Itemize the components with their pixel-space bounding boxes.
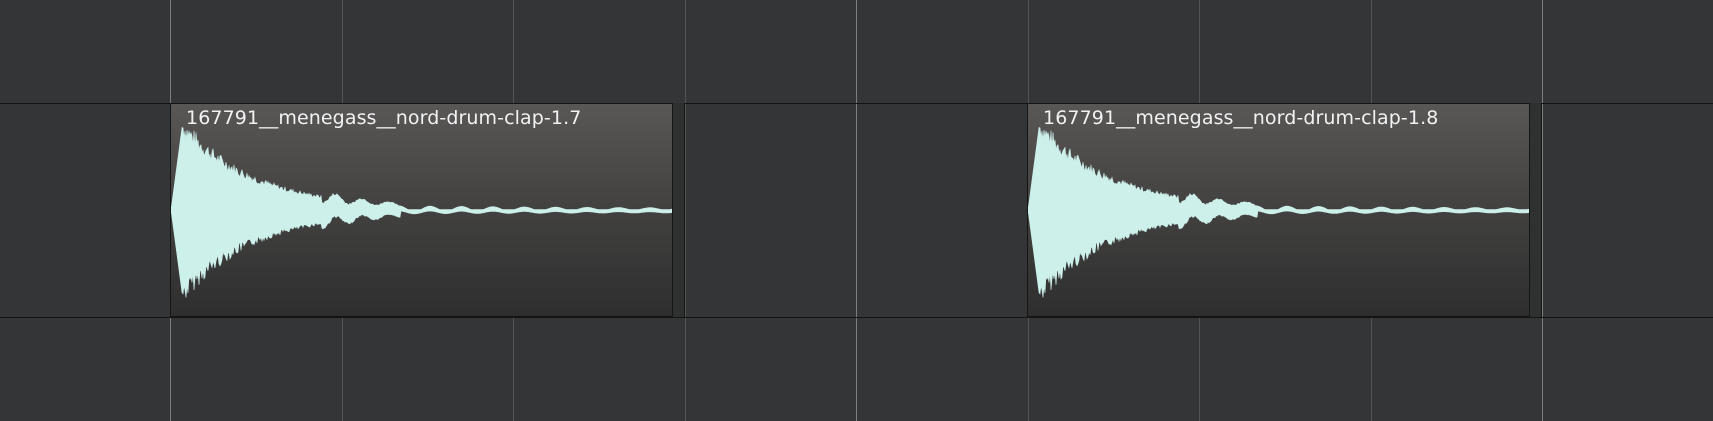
waveform (1028, 127, 1529, 298)
bar-gridline (1542, 0, 1543, 421)
clip-title: 167791__menegass__nord-drum-clap-1.8 (1043, 107, 1439, 129)
clip-title: 167791__menegass__nord-drum-clap-1.7 (186, 107, 582, 129)
arrangement-canvas[interactable]: 167791__menegass__nord-drum-clap-1.7 167… (0, 0, 1713, 421)
track-lane-bottom-border (0, 317, 1713, 318)
clip-loop-tail (1530, 103, 1542, 317)
waveform (171, 127, 672, 298)
bar-gridline (856, 0, 857, 421)
clip-loop-tail (673, 103, 685, 317)
audio-clip[interactable]: 167791__menegass__nord-drum-clap-1.7 (170, 103, 673, 317)
audio-clip[interactable]: 167791__menegass__nord-drum-clap-1.8 (1027, 103, 1530, 317)
beat-gridline (685, 0, 686, 421)
